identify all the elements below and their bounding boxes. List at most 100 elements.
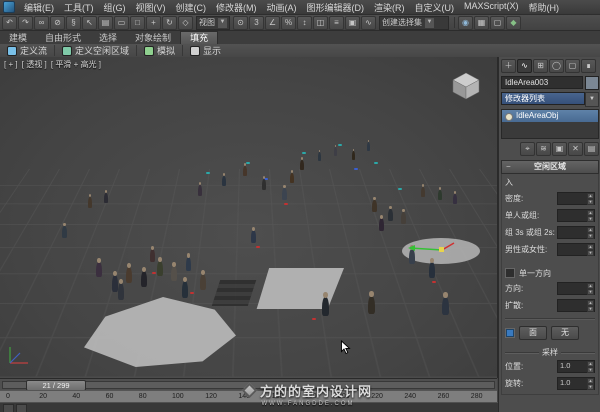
spinner-value[interactable]: 1.0: [558, 361, 587, 372]
spinner-value[interactable]: [558, 300, 587, 311]
crowd-person[interactable]: [157, 261, 163, 276]
spinner-arrows[interactable]: ▲▼: [587, 361, 594, 372]
snap-toggle-icon[interactable]: 3: [249, 16, 264, 30]
crowd-person[interactable]: [198, 185, 202, 196]
utilities-tab-icon[interactable]: ∎: [581, 59, 596, 73]
parameter-spinner[interactable]: ▲▼: [557, 209, 595, 222]
crowd-person[interactable]: [171, 266, 177, 281]
ribbon-tool-模拟[interactable]: 模拟: [137, 44, 182, 57]
selection-lock-icon[interactable]: [16, 404, 27, 412]
menu-item[interactable]: 工具(T): [59, 1, 99, 14]
crowd-person[interactable]: [118, 283, 124, 300]
crowd-person[interactable]: [352, 151, 355, 160]
modifier-stack[interactable]: IdleAreaObj: [501, 109, 599, 139]
unlink-icon[interactable]: ⊘: [50, 16, 65, 30]
use-pivot-icon[interactable]: ⊙: [233, 16, 248, 30]
menu-item[interactable]: 修改器(M): [211, 1, 262, 14]
crowd-person[interactable]: [368, 296, 375, 314]
crowd-person[interactable]: [290, 173, 294, 183]
crowd-person[interactable]: [372, 200, 377, 212]
none-button[interactable]: 无: [551, 326, 579, 340]
rendered-frame-icon[interactable]: ▢: [490, 16, 505, 30]
transform-gizmo[interactable]: [406, 237, 458, 266]
crowd-person[interactable]: [62, 226, 67, 238]
crowd-person[interactable]: [200, 274, 206, 290]
display-tab-icon[interactable]: ▢: [565, 59, 580, 73]
viewport-menu-plus[interactable]: [ + ]: [4, 60, 18, 69]
remove-modifier-icon[interactable]: ✕: [568, 142, 583, 156]
bind-spacewarp-icon[interactable]: §: [66, 16, 81, 30]
spinner-arrows[interactable]: ▲▼: [587, 227, 594, 238]
ribbon-tab-对象绘制[interactable]: 对象绘制: [126, 32, 180, 44]
menu-item[interactable]: 图形编辑器(D): [302, 1, 370, 14]
crowd-person[interactable]: [243, 166, 247, 176]
spinner-down-icon[interactable]: ▼: [587, 216, 594, 222]
crowd-person[interactable]: [104, 193, 108, 203]
ribbon-tab-建模[interactable]: 建模: [0, 32, 36, 44]
rotate-icon[interactable]: ↻: [162, 16, 177, 30]
curve-editor-icon[interactable]: ∿: [361, 16, 376, 30]
parameter-spinner[interactable]: ▲▼: [557, 226, 595, 239]
rollout-header[interactable]: − 空闲区域: [501, 160, 599, 174]
crowd-person[interactable]: [96, 262, 102, 277]
viewcube[interactable]: [449, 71, 483, 106]
spinner-down-icon[interactable]: ▼: [587, 384, 594, 390]
select-link-icon[interactable]: ∞: [34, 16, 49, 30]
show-end-result-icon[interactable]: ≋: [536, 142, 551, 156]
align-icon[interactable]: ≡: [329, 16, 344, 30]
parameter-spinner[interactable]: ▲▼: [557, 243, 595, 256]
object-color-swatch[interactable]: [585, 76, 599, 90]
modifier-list-dropdown[interactable]: 修改器列表 ▼: [501, 92, 599, 107]
crowd-person[interactable]: [300, 160, 304, 170]
crowd-person[interactable]: [442, 297, 449, 315]
face-button[interactable]: 面: [519, 326, 547, 340]
stack-item-idleareaobj[interactable]: IdleAreaObj: [502, 110, 598, 122]
menu-item[interactable]: 编辑(E): [19, 1, 59, 14]
material-editor-icon[interactable]: ◉: [458, 16, 473, 30]
spinner-snap-icon[interactable]: ↕: [297, 16, 312, 30]
crowd-person[interactable]: [453, 194, 457, 204]
motion-tab-icon[interactable]: ◯: [549, 59, 564, 73]
spinner-value[interactable]: [558, 244, 587, 255]
crowd-person[interactable]: [334, 147, 337, 156]
spinner-value[interactable]: [558, 193, 587, 204]
single-direction-checkbox[interactable]: [505, 268, 515, 278]
parameter-spinner[interactable]: 1.0▲▼: [557, 360, 595, 373]
menu-item[interactable]: 帮助(H): [524, 1, 565, 14]
ribbon-tool-定义流[interactable]: 定义流: [0, 44, 54, 57]
face-checkbox[interactable]: [505, 328, 515, 338]
menu-item[interactable]: 视图(V): [131, 1, 171, 14]
menu-item[interactable]: 创建(C): [171, 1, 212, 14]
mirror-icon[interactable]: ◫: [313, 16, 328, 30]
perspective-viewport[interactable]: [ + ] [ 透视 ] [ 平滑 + 高光 ]: [0, 57, 498, 378]
crowd-person[interactable]: [126, 267, 132, 283]
percent-snap-icon[interactable]: %: [281, 16, 296, 30]
ribbon-tab-填充[interactable]: 填充: [180, 31, 218, 44]
menu-item[interactable]: 自定义(U): [410, 1, 460, 14]
spinner-down-icon[interactable]: ▼: [587, 250, 594, 256]
spinner-value[interactable]: 1.0: [558, 378, 587, 389]
spinner-arrows[interactable]: ▲▼: [587, 378, 594, 389]
scale-icon[interactable]: ◇: [178, 16, 193, 30]
collapse-icon[interactable]: −: [506, 161, 511, 173]
crowd-person[interactable]: [150, 249, 155, 262]
redo-icon[interactable]: ↷: [18, 16, 33, 30]
parameter-spinner[interactable]: 1.0▲▼: [557, 377, 595, 390]
viewport-menu-view[interactable]: [ 透视 ]: [22, 60, 47, 69]
selection-region-icon[interactable]: ▭: [114, 16, 129, 30]
menu-item[interactable]: MAXScript(X): [459, 1, 524, 14]
crowd-person[interactable]: [141, 271, 147, 287]
spinner-arrows[interactable]: ▲▼: [587, 283, 594, 294]
spinner-value[interactable]: [558, 227, 587, 238]
crowd-person[interactable]: [182, 281, 188, 298]
crowd-person[interactable]: [282, 188, 287, 200]
spinner-down-icon[interactable]: ▼: [587, 199, 594, 205]
crowd-person[interactable]: [421, 187, 425, 197]
spinner-arrows[interactable]: ▲▼: [587, 244, 594, 255]
angle-snap-icon[interactable]: ∠: [265, 16, 280, 30]
crowd-person[interactable]: [438, 190, 442, 200]
app-logo-icon[interactable]: [3, 1, 15, 13]
spinner-down-icon[interactable]: ▼: [587, 289, 594, 295]
crowd-person[interactable]: [88, 197, 92, 208]
object-name-field[interactable]: IdleArea003: [501, 76, 583, 89]
